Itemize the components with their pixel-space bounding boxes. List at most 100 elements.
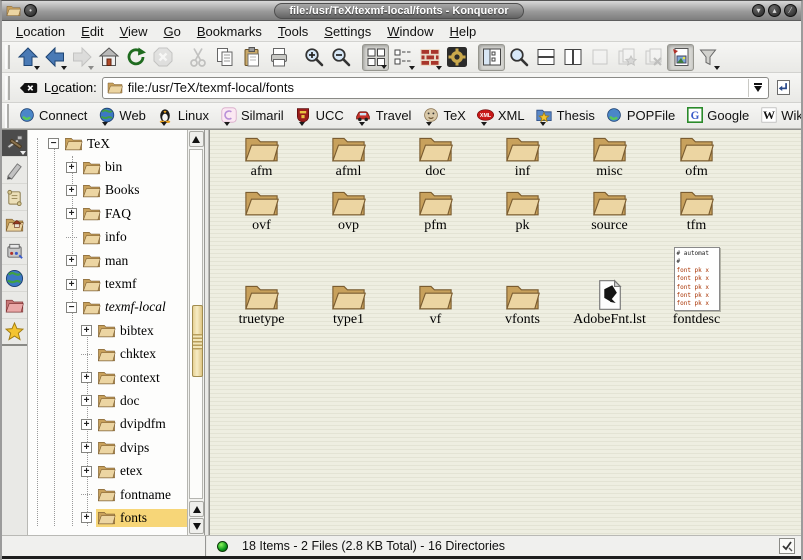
menu-window[interactable]: Window [379, 22, 441, 41]
sidebar-services-button[interactable] [2, 238, 27, 265]
menu-view[interactable]: View [112, 22, 156, 41]
find-button[interactable] [505, 44, 532, 71]
sidebar-history-button[interactable] [2, 184, 27, 211]
toolbar-handle[interactable] [5, 45, 10, 69]
toolbar-handle[interactable] [5, 104, 9, 128]
reload-button[interactable] [122, 44, 149, 71]
bookmark-web[interactable]: Web [93, 106, 152, 126]
tree-item-context[interactable]: +context [28, 366, 187, 389]
bookmark-popfile[interactable]: POPFile [601, 106, 681, 126]
bookmark-thesis[interactable]: Thesis [531, 106, 601, 126]
file-icon-view[interactable]: afm afml doc inf misc ofm ovf ovp pfm pk… [209, 130, 801, 535]
file-item-misc[interactable]: misc [566, 130, 653, 184]
scrollbar-track[interactable] [189, 149, 203, 499]
file-item-pfm[interactable]: pfm [392, 184, 479, 238]
tree-item-texmf-local[interactable]: −texmf-local [28, 296, 187, 319]
tree-item-texmf[interactable]: +texmf [28, 272, 187, 295]
tree-item-fonts[interactable]: +fonts [28, 506, 187, 529]
forward-button[interactable] [68, 44, 95, 71]
bookmark-linux[interactable]: Linux [152, 106, 215, 126]
expand-expander-icon[interactable]: + [81, 372, 92, 383]
bookmark-silmaril[interactable]: Silmaril [215, 106, 290, 126]
zoom-in-button[interactable] [300, 44, 327, 71]
tree-item-man[interactable]: +man [28, 249, 187, 272]
filter-button[interactable] [694, 44, 721, 71]
new-tab-button[interactable] [613, 44, 640, 71]
paste-button[interactable] [238, 44, 265, 71]
file-item-vfonts[interactable]: vfonts [479, 240, 566, 328]
tree-item-etex[interactable]: +etex [28, 459, 187, 482]
multicolumn-view-button[interactable] [389, 44, 416, 71]
file-item-afm[interactable]: afm [218, 130, 305, 184]
split-left-right-button[interactable] [559, 44, 586, 71]
expand-expander-icon[interactable]: + [81, 419, 92, 430]
show-sidebar-button[interactable] [478, 44, 505, 71]
sidebar-pen-button[interactable] [2, 157, 27, 184]
tree-item-doc[interactable]: +doc [28, 389, 187, 412]
expand-expander-icon[interactable]: + [66, 162, 77, 173]
bookmark-tex[interactable]: TeX [417, 106, 471, 126]
file-item-fontdesc[interactable]: # automat # font pk x font pk x font pk … [653, 240, 740, 328]
go-button[interactable] [774, 78, 793, 97]
expand-expander-icon[interactable]: + [81, 512, 92, 523]
thumbnails-button[interactable] [667, 44, 694, 71]
menu-help[interactable]: Help [442, 22, 485, 41]
stop-button[interactable] [149, 44, 176, 71]
bookmark-google[interactable]: GGoogle [681, 106, 755, 126]
gear-button[interactable] [443, 44, 470, 71]
print-button[interactable] [265, 44, 292, 71]
location-input[interactable]: file:/usr/TeX/texmf-local/fonts [102, 77, 769, 99]
tree-item-info[interactable]: info [28, 226, 187, 249]
file-item-ofm[interactable]: ofm [653, 130, 740, 184]
scroll-up-button[interactable] [189, 501, 204, 517]
sidebar-bookmarks-button[interactable] [2, 319, 27, 346]
tree-item-bin[interactable]: +bin [28, 155, 187, 178]
minimize-button[interactable]: ▾ [752, 4, 765, 17]
menu-bookmarks[interactable]: Bookmarks [189, 22, 270, 41]
file-item-truetype[interactable]: truetype [218, 240, 305, 328]
file-item-ovf[interactable]: ovf [218, 184, 305, 238]
expand-expander-icon[interactable]: + [81, 325, 92, 336]
tree-item-chktex[interactable]: chktex [28, 343, 187, 366]
maximize-button[interactable]: ▴ [768, 4, 781, 17]
sidebar-home-button[interactable] [2, 211, 27, 238]
tree-item-bibtex[interactable]: +bibtex [28, 319, 187, 342]
scrollbar-thumb[interactable] [192, 305, 203, 377]
expand-expander-icon[interactable]: + [66, 185, 77, 196]
tree-item-books[interactable]: +Books [28, 179, 187, 202]
expand-expander-icon[interactable]: + [81, 466, 92, 477]
scroll-up-button[interactable] [189, 131, 204, 147]
tree-item-dvipdfm[interactable]: +dvipdfm [28, 413, 187, 436]
up-button[interactable] [14, 44, 41, 71]
expand-expander-icon[interactable]: + [81, 395, 92, 406]
copy-button[interactable] [211, 44, 238, 71]
close-view-button[interactable] [586, 44, 613, 71]
sticky-button[interactable]: • [24, 4, 37, 17]
menu-go[interactable]: Go [156, 22, 189, 41]
bookmark-xml[interactable]: XMLXML [472, 106, 531, 126]
file-item-pk[interactable]: pk [479, 184, 566, 238]
file-item-type1[interactable]: type1 [305, 240, 392, 328]
menu-tools[interactable]: Tools [270, 22, 316, 41]
tree-item-faq[interactable]: +FAQ [28, 202, 187, 225]
icon-view-button[interactable] [362, 44, 389, 71]
html-settings-icon[interactable] [779, 538, 795, 554]
scroll-down-button[interactable] [189, 518, 204, 534]
collapse-expander-icon[interactable]: − [66, 302, 77, 313]
menu-location[interactable]: Location [8, 22, 73, 41]
tree-scrollbar[interactable] [187, 130, 204, 535]
file-item-source[interactable]: source [566, 184, 653, 238]
tree-item-tex[interactable]: −TeX [28, 132, 187, 155]
bricks-button[interactable] [416, 44, 443, 71]
close-tab-button[interactable] [640, 44, 667, 71]
sidebar-network-button[interactable] [2, 265, 27, 292]
expand-expander-icon[interactable]: + [66, 208, 77, 219]
tree-item-fontname[interactable]: fontname [28, 483, 187, 506]
bookmark-wikipedia[interactable]: WWikipedia [755, 106, 803, 126]
bookmark-ucc[interactable]: UCC [290, 106, 350, 126]
clear-location-icon[interactable] [19, 78, 39, 98]
file-item-doc[interactable]: doc [392, 130, 479, 184]
expand-expander-icon[interactable]: + [81, 442, 92, 453]
location-dropdown-button[interactable] [748, 79, 766, 97]
back-button[interactable] [41, 44, 68, 71]
